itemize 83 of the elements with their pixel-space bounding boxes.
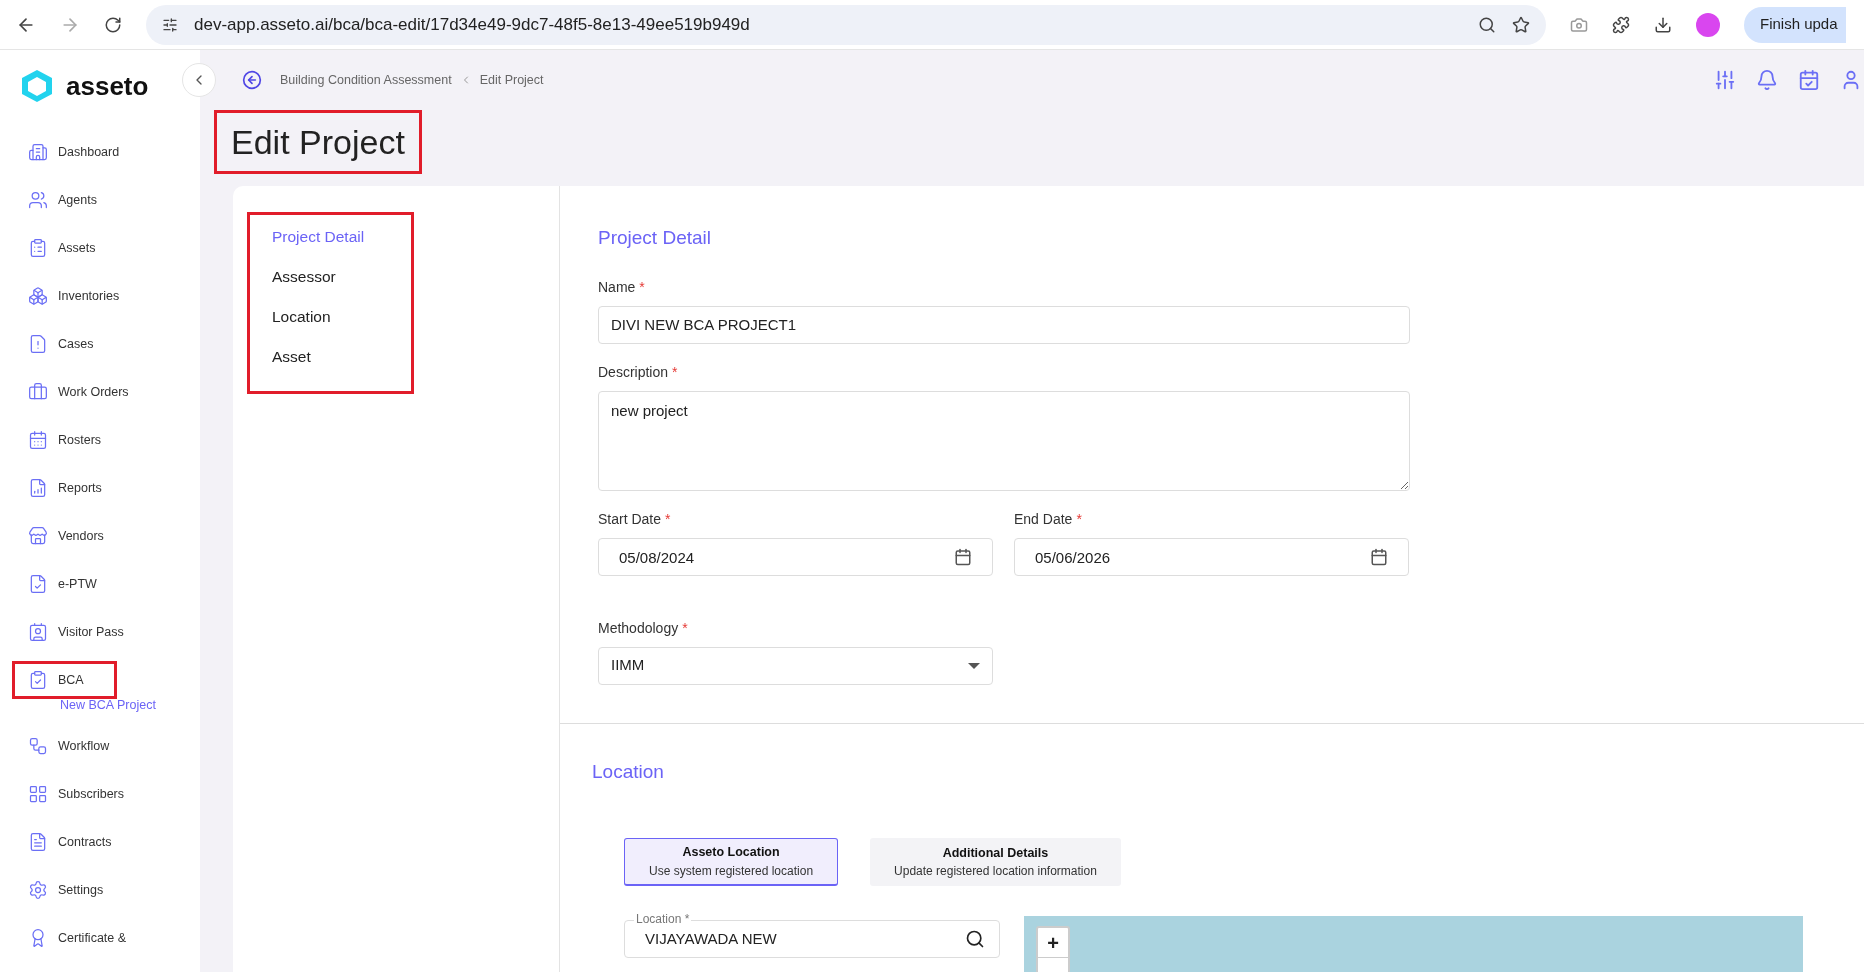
date-field[interactable]: 05/08/2024 (598, 537, 993, 576)
sidebar-item[interactable]: Work Orders (12, 373, 162, 411)
update-button[interactable]: Finish upda (1744, 6, 1846, 43)
sidebar-item[interactable]: Agents (12, 181, 130, 219)
workflow-icon (28, 736, 48, 756)
document-icon (28, 832, 48, 852)
breadcrumb-current: Edit Project (479, 71, 544, 89)
briefcase-icon (28, 382, 48, 402)
description-field[interactable]: new project (598, 390, 1410, 491)
page-title: Edit Project (214, 110, 422, 174)
search-icon[interactable] (965, 929, 985, 949)
calendar-icon[interactable] (954, 547, 972, 566)
people-icon (28, 190, 48, 210)
bookmark-star-icon[interactable] (1512, 15, 1530, 34)
section-heading: Project Detail (598, 226, 712, 250)
sidebar-item[interactable]: Contracts (12, 823, 145, 861)
required-mark: * (639, 277, 645, 297)
report-icon (28, 478, 48, 498)
field-label: Start Date (598, 509, 662, 529)
required-mark: * (1076, 509, 1082, 529)
badge-icon (28, 622, 48, 642)
clipboard-icon (28, 238, 48, 258)
sidebar-item[interactable]: Cases (12, 325, 127, 363)
calendar-icon (28, 430, 48, 450)
sidebar-item[interactable]: Vendors (12, 517, 137, 555)
methodology-dropdown[interactable]: IIMM (598, 646, 993, 685)
sidebar-item[interactable]: Assets (12, 229, 129, 267)
building-icon (28, 142, 48, 162)
section-nav-item[interactable]: Location (272, 305, 411, 345)
name-field[interactable]: DIVI NEW BCA PROJECT1 (598, 305, 1410, 344)
brand-name: asseto (66, 69, 149, 103)
required-mark: * (672, 362, 678, 382)
url-text: dev-app.asseto.ai/bca/bca-edit/17d34e49-9dc7-48f5-8e13-49ee519b949d (194, 13, 751, 36)
sidebar-item[interactable]: Workflow (12, 727, 143, 765)
calendar-icon[interactable] (1798, 69, 1820, 91)
reload-icon[interactable] (104, 15, 122, 34)
settings-icon (28, 880, 48, 900)
map[interactable]: + (1024, 916, 1803, 972)
site-settings-icon[interactable] (162, 16, 178, 33)
sidebar-item[interactable]: BCA (12, 661, 117, 699)
sidebar-item[interactable]: e-PTW (12, 565, 130, 603)
sidebar-item[interactable]: Settings (12, 871, 137, 909)
required-mark: * (665, 509, 671, 529)
field-label: Description (598, 362, 669, 382)
address-bar[interactable]: dev-app.asseto.ai/bca/bca-edit/17d34e49-9dc7-48f5-8e13-49ee519b949d (146, 4, 1546, 45)
store-icon (28, 526, 48, 546)
bell-icon[interactable] (1756, 69, 1778, 91)
back-icon[interactable] (242, 70, 262, 90)
camera-icon[interactable] (1570, 15, 1588, 34)
field-label: Location * (634, 913, 692, 925)
logo-icon (20, 68, 54, 104)
field-label: Name (598, 277, 636, 297)
date-field[interactable]: 05/06/2026 (1014, 537, 1409, 576)
boxes-icon (28, 286, 48, 306)
clipboard-check-icon (28, 670, 48, 690)
required-mark: * (682, 618, 688, 638)
section-nav-item[interactable]: Project Detail (272, 225, 411, 265)
field-label: End Date (1014, 509, 1073, 529)
breadcrumb-link[interactable]: Building Condition Assessment (280, 70, 452, 90)
location-tab[interactable]: Asseto Location Use system registered location (624, 838, 839, 886)
location-tab[interactable]: Additional Details Update registered location information (870, 838, 1121, 886)
section-nav-item[interactable]: Assessor (272, 265, 411, 305)
zoom-icon[interactable] (1478, 15, 1496, 34)
profile-avatar[interactable] (1696, 12, 1720, 37)
sidebar-subitem[interactable]: New BCA Project (0, 696, 200, 720)
sidebar-item[interactable]: Certificate & (12, 919, 160, 957)
sidebar-item[interactable]: Dashboard (12, 133, 153, 171)
sidebar-item[interactable]: Inventories (12, 277, 153, 315)
field-label: Methodology (598, 618, 679, 638)
filter-icon[interactable] (1714, 69, 1736, 91)
extensions-icon[interactable] (1612, 15, 1630, 34)
download-icon[interactable] (1654, 15, 1672, 34)
dropdown-caret-icon (968, 662, 980, 669)
sidebar-item[interactable]: Rosters (12, 421, 135, 459)
calendar-icon[interactable] (1370, 547, 1388, 566)
sidebar-item[interactable]: Subscribers (12, 775, 157, 813)
sidebar-item[interactable]: Visitor Pass (12, 613, 157, 651)
section-nav-item[interactable]: Asset (272, 345, 411, 385)
document-warning-icon (28, 334, 48, 354)
grid-icon (28, 784, 48, 804)
document-check-icon (28, 574, 48, 594)
section-heading: Location (592, 759, 665, 784)
sidebar-item[interactable]: Reports (12, 469, 135, 507)
